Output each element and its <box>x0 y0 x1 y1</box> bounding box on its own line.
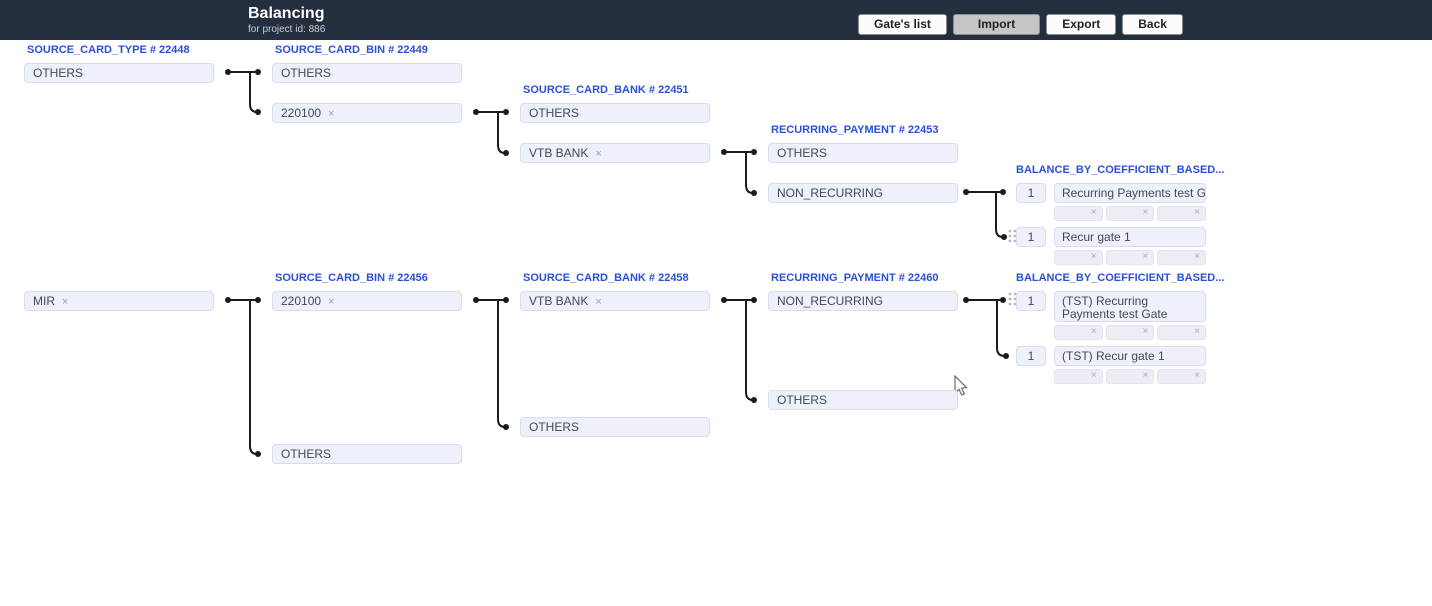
toolbar: Gate's list Import Export Back <box>858 14 1183 35</box>
group-title: SOURCE_CARD_BIN # 22456 <box>275 272 428 284</box>
value-box[interactable]: 220100× <box>272 291 462 311</box>
group-title: SOURCE_CARD_BANK # 22451 <box>523 84 689 96</box>
gate-weight-row: × × × <box>1054 206 1206 221</box>
value-box[interactable]: VTB BANK× <box>520 291 710 311</box>
weight-field[interactable]: × <box>1054 206 1103 221</box>
weight-field[interactable]: × <box>1054 369 1103 384</box>
weight-field[interactable]: × <box>1054 325 1103 340</box>
clear-field-icon[interactable]: × <box>1143 370 1149 381</box>
weight-field[interactable]: × <box>1106 369 1155 384</box>
weight-field[interactable]: × <box>1106 206 1155 221</box>
clear-field-icon[interactable]: × <box>1091 207 1097 218</box>
coefficient-input[interactable]: 1 <box>1016 183 1046 203</box>
value-box[interactable]: OTHERS <box>272 63 462 83</box>
gates-list-button[interactable]: Gate's list <box>858 14 947 35</box>
import-button[interactable]: Import <box>953 14 1040 35</box>
group-title: BALANCE_BY_COEFFICIENT_BASED... <box>1016 164 1224 176</box>
gate-name-box[interactable]: Recur gate 1 <box>1054 227 1206 247</box>
coefficient-input[interactable]: 1 <box>1016 346 1046 366</box>
export-button[interactable]: Export <box>1046 14 1116 35</box>
gate-weight-row: × × × <box>1054 325 1206 340</box>
clear-field-icon[interactable]: × <box>1091 370 1097 381</box>
value-box[interactable]: OTHERS <box>768 143 958 163</box>
weight-field[interactable]: × <box>1157 250 1206 265</box>
group-title: BALANCE_BY_COEFFICIENT_BASED... <box>1016 272 1224 284</box>
gate-weight-row: × × × <box>1054 369 1206 384</box>
clear-field-icon[interactable]: × <box>1143 251 1149 262</box>
clear-field-icon[interactable]: × <box>1143 207 1149 218</box>
value-box[interactable]: VTB BANK× <box>520 143 710 163</box>
weight-field[interactable]: × <box>1106 325 1155 340</box>
remove-tag-icon[interactable]: × <box>328 108 334 120</box>
connector-wires <box>0 0 1432 606</box>
value-box[interactable]: NON_RECURRING <box>768 183 958 203</box>
clear-field-icon[interactable]: × <box>1091 251 1097 262</box>
clear-field-icon[interactable]: × <box>1194 326 1200 337</box>
value-box[interactable]: OTHERS <box>768 390 958 410</box>
weight-field[interactable]: × <box>1157 369 1206 384</box>
weight-field[interactable]: × <box>1157 206 1206 221</box>
value-box[interactable]: OTHERS <box>520 417 710 437</box>
value-box[interactable]: OTHERS <box>272 444 462 464</box>
coefficient-input[interactable]: 1 <box>1016 227 1046 247</box>
back-button[interactable]: Back <box>1122 14 1183 35</box>
weight-field[interactable]: × <box>1106 250 1155 265</box>
value-box[interactable]: 220100× <box>272 103 462 123</box>
coefficient-input[interactable]: 1 <box>1016 291 1046 311</box>
group-title: SOURCE_CARD_BANK # 22458 <box>523 272 689 284</box>
gate-name-box[interactable]: (TST) Recur gate 1 <box>1054 346 1206 366</box>
group-title: RECURRING_PAYMENT # 22453 <box>771 124 939 136</box>
clear-field-icon[interactable]: × <box>1194 251 1200 262</box>
gate-weight-row: × × × <box>1054 250 1206 265</box>
group-title: RECURRING_PAYMENT # 22460 <box>771 272 939 284</box>
clear-field-icon[interactable]: × <box>1143 326 1149 337</box>
clear-field-icon[interactable]: × <box>1194 370 1200 381</box>
value-box[interactable]: NON_RECURRING <box>768 291 958 311</box>
remove-tag-icon[interactable]: × <box>62 296 68 308</box>
page-title: Balancing <box>248 5 324 23</box>
remove-tag-icon[interactable]: × <box>595 296 601 308</box>
weight-field[interactable]: × <box>1054 250 1103 265</box>
page-subtitle: for project id: 886 <box>248 24 325 35</box>
value-box[interactable]: MIR× <box>24 291 214 311</box>
clear-field-icon[interactable]: × <box>1194 207 1200 218</box>
remove-tag-icon[interactable]: × <box>328 296 334 308</box>
gate-name-box[interactable]: Recurring Payments test Gate <box>1054 183 1206 203</box>
group-title: SOURCE_CARD_BIN # 22449 <box>275 44 428 56</box>
top-bar: Balancing for project id: 886 Gate's lis… <box>0 0 1432 40</box>
balancing-page: { "header": { "title": "Balancing", "sub… <box>0 0 1432 606</box>
remove-tag-icon[interactable]: × <box>595 148 601 160</box>
weight-field[interactable]: × <box>1157 325 1206 340</box>
value-box[interactable]: OTHERS <box>520 103 710 123</box>
clear-field-icon[interactable]: × <box>1091 326 1097 337</box>
value-box[interactable]: OTHERS <box>24 63 214 83</box>
gate-name-box[interactable]: (TST) Recurring Payments test Gate <box>1054 291 1206 322</box>
group-title: SOURCE_CARD_TYPE # 22448 <box>27 44 190 56</box>
